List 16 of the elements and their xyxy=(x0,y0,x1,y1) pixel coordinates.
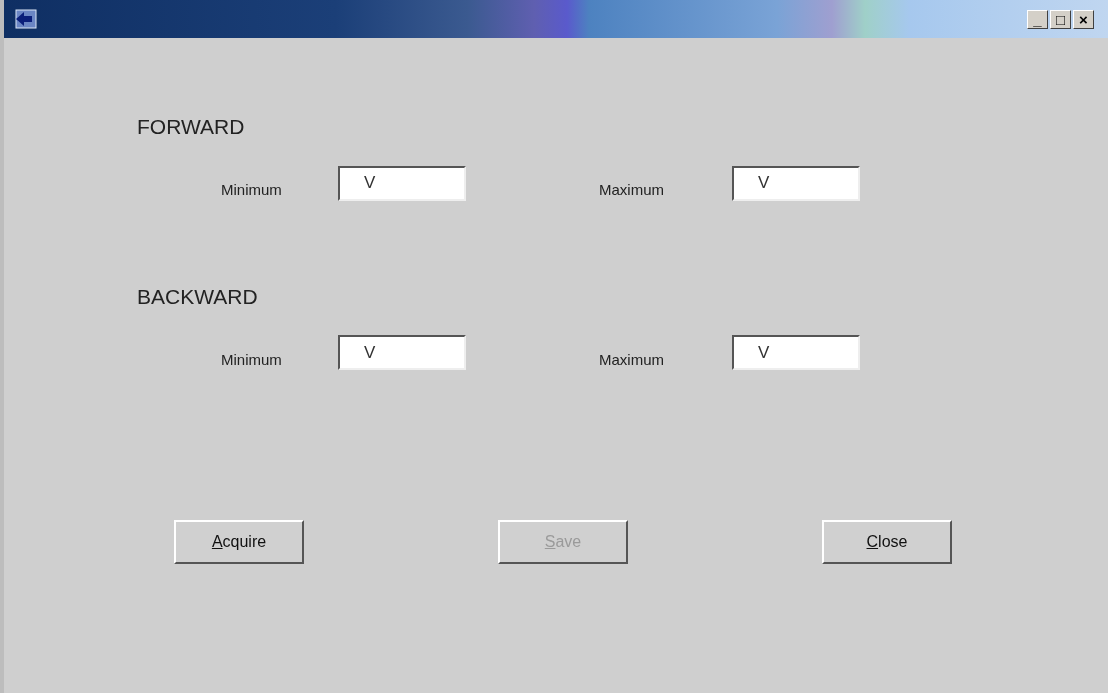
value-field[interactable]: V xyxy=(338,165,466,201)
section-heading: BACKWARD xyxy=(137,283,259,310)
field-label: Maximum xyxy=(599,180,665,200)
app-icon xyxy=(14,8,38,30)
minimize-button[interactable]: _ xyxy=(1027,9,1048,29)
value-field[interactable]: V xyxy=(732,165,860,201)
maximize-button[interactable]: □ xyxy=(1050,9,1071,29)
value-field[interactable]: V xyxy=(732,335,860,371)
field-label: Minimum xyxy=(221,180,283,200)
dialog-button[interactable]: Acquire xyxy=(174,520,304,564)
field-label: Maximum xyxy=(599,349,665,370)
close-button[interactable]: × xyxy=(1073,9,1094,29)
field-label: Minimum xyxy=(221,349,283,370)
section-heading: FORWARD xyxy=(137,114,246,140)
dialog-button[interactable]: Close xyxy=(822,520,952,564)
value-field[interactable]: V xyxy=(338,335,466,371)
